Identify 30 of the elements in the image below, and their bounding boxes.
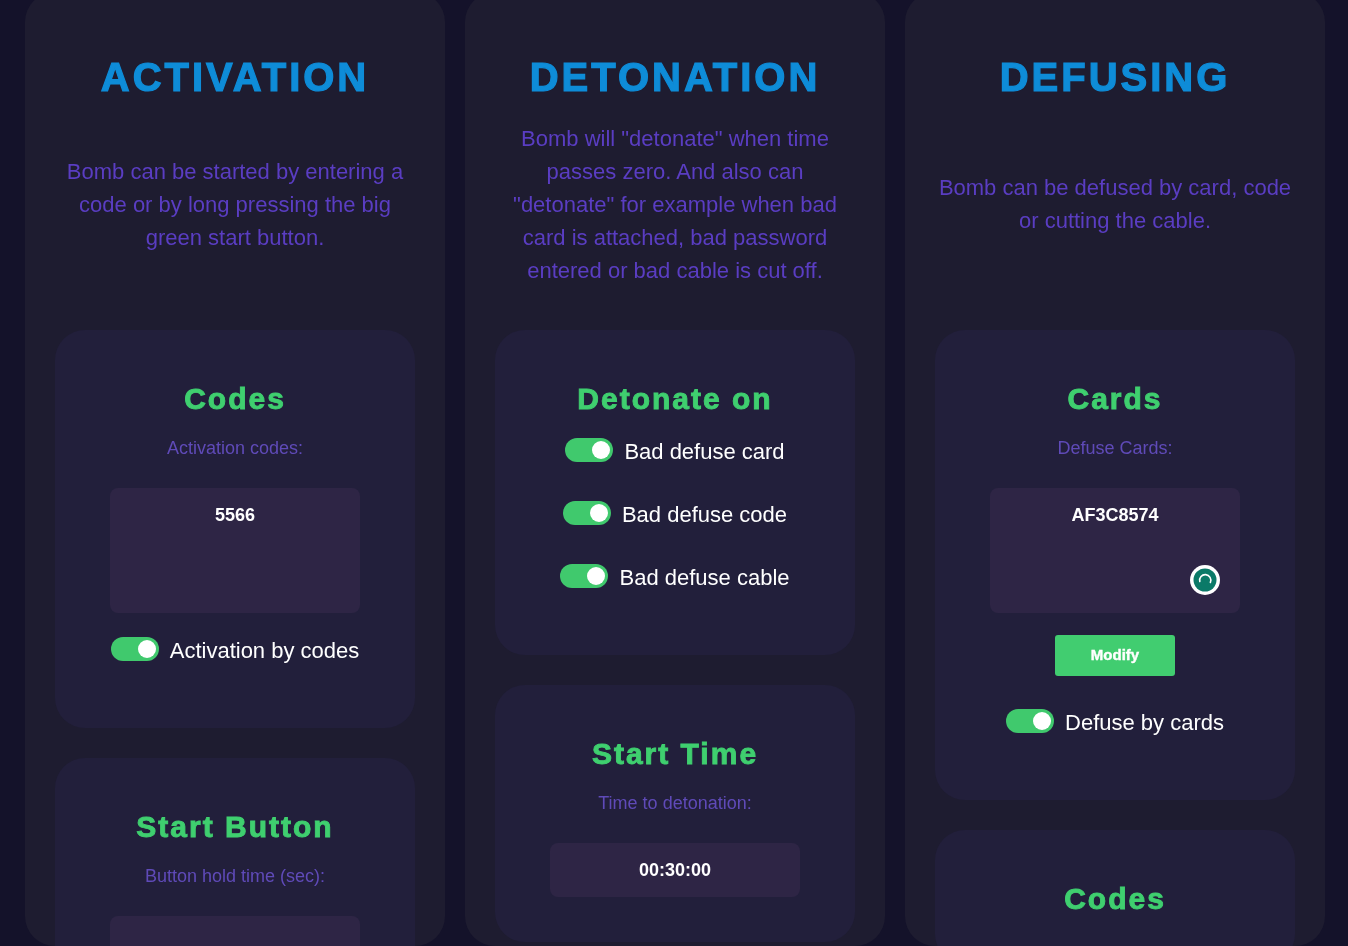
toggle-switch[interactable] xyxy=(562,500,611,525)
toggle-switch[interactable] xyxy=(560,563,609,588)
card-title: Codes xyxy=(184,381,286,417)
column-heading: DETONATION xyxy=(529,54,821,101)
toggle-label: Defuse by cards xyxy=(1065,709,1224,737)
card-title: Start Button xyxy=(136,809,334,845)
field-label: Button hold time (sec): xyxy=(144,865,326,888)
toggle-switch[interactable] xyxy=(1006,708,1054,733)
toggle-label: Bad defuse card xyxy=(624,438,785,466)
toggle-label: Bad defuse cable xyxy=(619,564,790,592)
column-heading: ACTIVATION xyxy=(100,54,370,101)
field-label: Time to detonation: xyxy=(598,792,752,815)
card-title: Codes xyxy=(1064,881,1166,917)
toggle-switch[interactable] xyxy=(110,636,159,661)
text-area-field[interactable]: 5566 xyxy=(110,488,360,613)
field-label: Activation codes: xyxy=(166,437,304,460)
card-title: Start Time xyxy=(591,736,759,772)
toggle-switch[interactable] xyxy=(565,437,614,462)
column-description: Bomb can be started by entering a code or by long pressing the big green start button. xyxy=(65,157,405,252)
disc-icon[interactable] xyxy=(1190,565,1220,595)
column-heading: DEFUSING xyxy=(999,54,1231,101)
card-title: Cards xyxy=(1067,381,1163,417)
text-area-field[interactable]: AF3C8574 xyxy=(990,488,1240,613)
toggle-label: Activation by codes xyxy=(169,637,360,665)
toggle-label: Bad defuse code xyxy=(621,501,788,529)
field-label: Defuse Cards: xyxy=(1057,437,1173,460)
input-field[interactable]: 00:30:00 xyxy=(550,843,800,897)
column-description: Bomb will "detonate" when time passes zero. And also can "detonate" for example when bad card is attached, bad password entered or bad cable is cut off. xyxy=(512,124,838,285)
column-description: Bomb can be defused by card, code or cutting the cable. xyxy=(937,174,1293,235)
card-title: Detonate on xyxy=(577,381,773,417)
